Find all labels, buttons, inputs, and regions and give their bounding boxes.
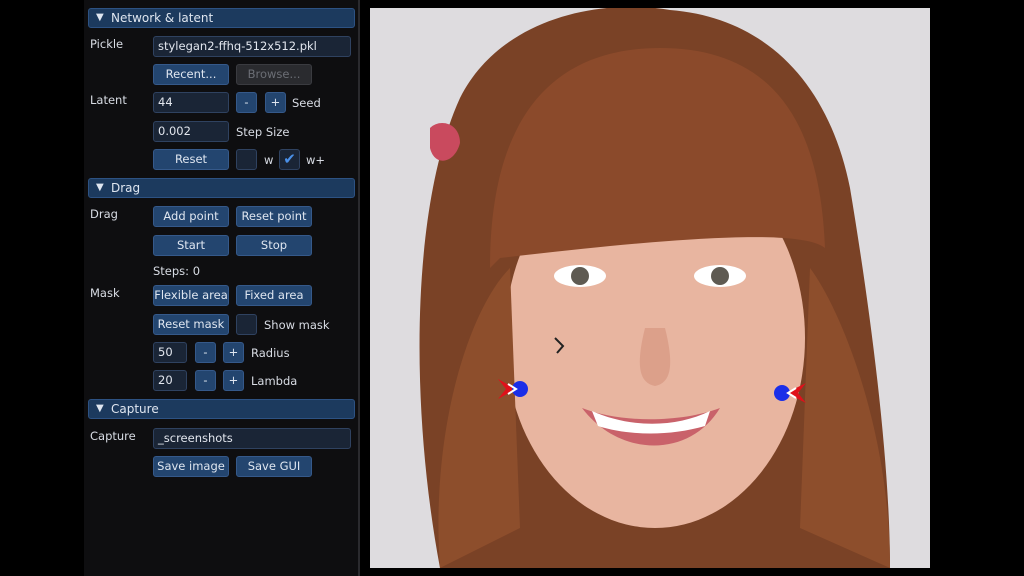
mask-label: Mask <box>90 286 120 300</box>
show-mask-label: Show mask <box>264 318 330 332</box>
drag-handle-point-right[interactable] <box>772 383 806 406</box>
pickle-label: Pickle <box>90 37 124 51</box>
start-button[interactable]: Start <box>153 235 229 256</box>
generated-face-image <box>419 8 890 568</box>
radius-input[interactable]: 50 <box>153 342 187 363</box>
seed-increment-button[interactable]: + <box>265 92 286 113</box>
seed-decrement-button[interactable]: - <box>236 92 257 113</box>
save-gui-button[interactable]: Save GUI <box>236 456 312 477</box>
stop-button[interactable]: Stop <box>236 235 312 256</box>
recent-button[interactable]: Recent... <box>153 64 229 85</box>
wplus-label: w+ <box>306 153 326 167</box>
steps-counter: Steps: 0 <box>153 264 201 278</box>
wplus-checkbox[interactable]: ✔ <box>279 149 300 170</box>
latent-label: Latent <box>90 93 127 107</box>
reset-button[interactable]: Reset <box>153 149 229 170</box>
seed-label: Seed <box>292 96 321 110</box>
add-point-button[interactable]: Add point <box>153 206 229 227</box>
reset-point-button[interactable]: Reset point <box>236 206 312 227</box>
save-image-button[interactable]: Save image <box>153 456 229 477</box>
w-checkbox[interactable] <box>236 149 257 170</box>
control-panel: ▼ Network & latent Pickle stylegan2-ffhq-… <box>84 0 360 576</box>
section-title: Capture <box>111 402 159 416</box>
show-mask-checkbox[interactable] <box>236 314 257 335</box>
drag-label: Drag <box>90 207 118 221</box>
step-size-label: Step Size <box>236 125 290 139</box>
section-header-network[interactable]: ▼ Network & latent <box>88 8 355 28</box>
capture-path-input[interactable]: _screenshots <box>153 428 351 449</box>
section-header-drag[interactable]: ▼ Drag <box>88 178 355 198</box>
lambda-increment-button[interactable]: + <box>223 370 244 391</box>
seed-input[interactable]: 44 <box>153 92 229 113</box>
radius-increment-button[interactable]: + <box>223 342 244 363</box>
section-header-capture[interactable]: ▼ Capture <box>88 399 355 419</box>
lambda-input[interactable]: 20 <box>153 370 187 391</box>
fixed-area-button[interactable]: Fixed area <box>236 285 312 306</box>
radius-decrement-button[interactable]: - <box>195 342 216 363</box>
collapse-triangle-icon: ▼ <box>96 403 104 414</box>
collapse-triangle-icon: ▼ <box>96 12 104 23</box>
capture-label: Capture <box>90 429 136 443</box>
radius-label: Radius <box>251 346 290 360</box>
image-canvas[interactable] <box>370 8 930 568</box>
section-title: Drag <box>111 181 141 195</box>
w-label: w <box>264 153 274 167</box>
lambda-label: Lambda <box>251 374 298 388</box>
step-size-input[interactable]: 0.002 <box>153 121 229 142</box>
lambda-decrement-button[interactable]: - <box>195 370 216 391</box>
reset-mask-button[interactable]: Reset mask <box>153 314 229 335</box>
pickle-input[interactable]: stylegan2-ffhq-512x512.pkl <box>153 36 351 57</box>
collapse-triangle-icon: ▼ <box>96 182 104 193</box>
flexible-area-button[interactable]: Flexible area <box>153 285 229 306</box>
section-title: Network & latent <box>111 11 214 25</box>
browse-button[interactable]: Browse... <box>236 64 312 85</box>
drag-handle-point-left[interactable] <box>498 379 530 402</box>
checkmark-icon: ✔ <box>283 150 296 168</box>
